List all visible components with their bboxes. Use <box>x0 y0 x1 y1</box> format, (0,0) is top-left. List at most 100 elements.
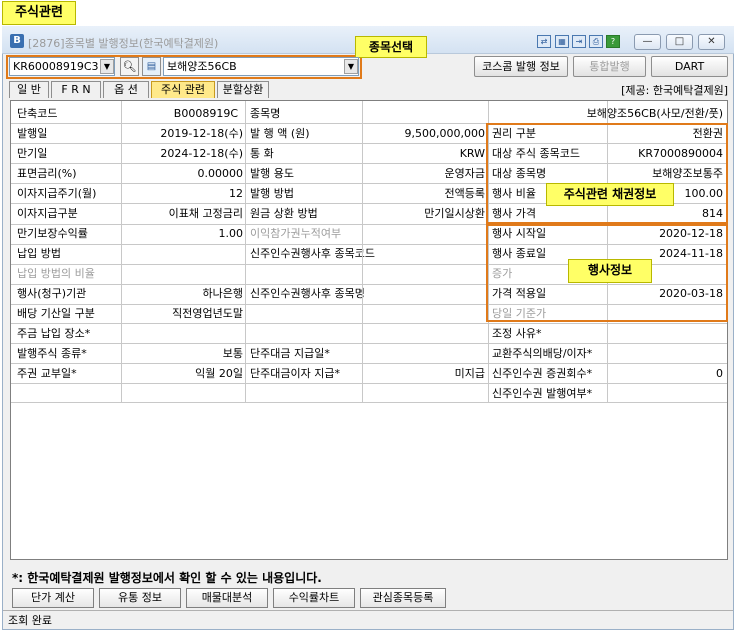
item-name-combo[interactable]: 보해양조56CB <box>163 57 359 76</box>
left-label: 이자지급주기(월) <box>17 187 97 200</box>
left3-value: 익월 20일 <box>195 367 243 380</box>
yield-chart-button[interactable]: 수익률차트 <box>273 588 355 608</box>
koscom-info-button[interactable]: 코스콤 발행 정보 <box>474 56 568 77</box>
mid2-value <box>365 244 485 263</box>
row-divider <box>11 343 727 344</box>
mid2-label: 신주인수권행사후 종목명 <box>250 287 365 300</box>
left2-value: 1.00 <box>218 227 244 240</box>
mid2-value <box>365 304 485 323</box>
left3-label: 주금 납입 장소* <box>17 327 91 340</box>
tab-equity-linked[interactable]: 주식 관련 <box>151 81 215 98</box>
left-value: 12 <box>229 187 243 200</box>
mid-value: 만기일시상환 <box>424 207 485 220</box>
left3-label: 주권 교부일* <box>17 367 77 380</box>
unit-price-calc-button[interactable]: 단가 계산 <box>12 588 94 608</box>
data-provider-note: [제공: 한국예탁결제원] <box>621 84 728 97</box>
column-divider <box>245 101 246 403</box>
status-text: 조회 완료 <box>8 614 52 627</box>
chevron-down-icon[interactable]: ▼ <box>344 59 358 74</box>
left3-value: 보통 <box>222 347 243 360</box>
left3-label: 발행주식 종류* <box>17 347 87 360</box>
row-divider <box>11 363 727 364</box>
column-divider <box>121 101 122 403</box>
left-value: 2024-12-18(수) <box>160 147 243 160</box>
mid-value: 운영자금 <box>444 167 485 180</box>
row-divider <box>11 383 727 384</box>
mid3-label: 단주대금이자 지급* <box>250 367 340 380</box>
short-code-label: 단축코드 <box>17 107 58 120</box>
left-label: 발행일 <box>17 127 48 140</box>
chevron-down-icon[interactable]: ▼ <box>100 59 114 74</box>
link-icon[interactable]: ⇄ <box>537 35 551 48</box>
volume-profile-button[interactable]: 매물대분석 <box>186 588 268 608</box>
mid3-value <box>365 344 485 363</box>
left-value: 이표채 고정금리 <box>168 207 243 220</box>
left2-value <box>124 264 243 283</box>
mid2-label: 신주인수권행사후 종목코드 <box>250 247 375 260</box>
tab-frn[interactable]: F R N <box>51 81 101 98</box>
exercise-info-annotation: 행사정보 <box>568 259 652 283</box>
mid-label: 통 화 <box>250 147 274 160</box>
short-code-value: B0008919C <box>173 107 238 120</box>
right3-label: 교환주식의배당/이자* <box>492 347 593 360</box>
mid2-value <box>365 224 485 243</box>
bond-info-highlight <box>486 123 728 224</box>
mid-label: 원금 상환 방법 <box>250 207 318 220</box>
window-title: [2876]종목별 발행정보(한국예탁결제원) <box>28 37 219 50</box>
search-icon[interactable]: 🔍︎ <box>120 57 139 76</box>
app-icon: B <box>10 34 24 48</box>
help-icon[interactable]: ? <box>606 35 620 48</box>
left2-label: 만기보장수익률 <box>17 227 88 240</box>
mid-value: 전액등록 <box>444 187 485 200</box>
left2-label: 행사(청구)기관 <box>17 287 87 300</box>
tab-amortization[interactable]: 분할상환 <box>217 81 269 98</box>
source-footnote: *: 한국예탁결제원 발행정보에서 확인 할 수 있는 내용입니다. <box>12 571 322 585</box>
column-divider <box>362 101 363 403</box>
status-bar <box>3 610 733 629</box>
tab-option[interactable]: 옵 션 <box>103 81 149 98</box>
left-label: 표면금리(%) <box>17 167 77 180</box>
item-name-value: 보해양조56CB(사모/전환/풋) <box>586 107 723 120</box>
left2-label: 납입 방법의 비율 <box>17 267 95 280</box>
right3-label: 신주인수권 증권회수* <box>492 367 593 380</box>
mid-label: 발행 방법 <box>250 187 294 200</box>
left2-value <box>124 244 243 263</box>
left-label: 이자지급구분 <box>17 207 78 220</box>
item-list-icon[interactable]: ▤ <box>142 57 161 76</box>
mid2-value <box>365 284 485 303</box>
dart-button[interactable]: DART <box>651 56 728 77</box>
bond-info-annotation: 주식관련 채권정보 <box>546 183 674 206</box>
item-name-label: 종목명 <box>250 107 281 120</box>
tab-general[interactable]: 일 반 <box>9 81 49 98</box>
left-value: 2019-12-18(수) <box>160 127 243 140</box>
right3-label: 조정 사유* <box>492 327 542 340</box>
section-annotation-label: 주식관련 <box>2 1 76 25</box>
integrated-issue-button[interactable]: 통합발행 <box>573 56 646 77</box>
mid-label: 발 행 액 (원) <box>250 127 310 140</box>
right3-label: 신주인수권 발행여부* <box>492 387 593 400</box>
left3-value <box>124 324 243 343</box>
minimize-button[interactable]: — <box>634 34 661 50</box>
left2-label: 배당 기산일 구분 <box>17 307 95 320</box>
mid3-value: 미지급 <box>454 367 485 380</box>
mid2-value <box>365 264 485 283</box>
right3-value <box>610 344 723 363</box>
mid-value: 9,500,000,000 <box>404 127 485 140</box>
left2-value: 하나은행 <box>202 287 243 300</box>
close-button[interactable]: ✕ <box>698 34 725 50</box>
excel-icon[interactable]: ▦ <box>555 35 569 48</box>
mid3-value <box>365 324 485 343</box>
export-icon[interactable]: ⇥ <box>572 35 586 48</box>
mid3-label: 단주대금 지급일* <box>250 347 330 360</box>
distribution-info-button[interactable]: 유통 정보 <box>99 588 181 608</box>
row-divider <box>11 402 727 403</box>
left2-label: 납입 방법 <box>17 247 61 260</box>
mid-value: KRW <box>459 147 485 160</box>
right3-value: 0 <box>716 367 723 380</box>
print-icon[interactable]: ⎙ <box>589 35 603 48</box>
left2-value: 직전영업년도말 <box>172 307 243 320</box>
watchlist-add-button[interactable]: 관심종목등록 <box>360 588 446 608</box>
maximize-button[interactable]: □ <box>666 34 693 50</box>
right3-value <box>610 384 723 403</box>
left-value: 0.00000 <box>197 167 244 180</box>
